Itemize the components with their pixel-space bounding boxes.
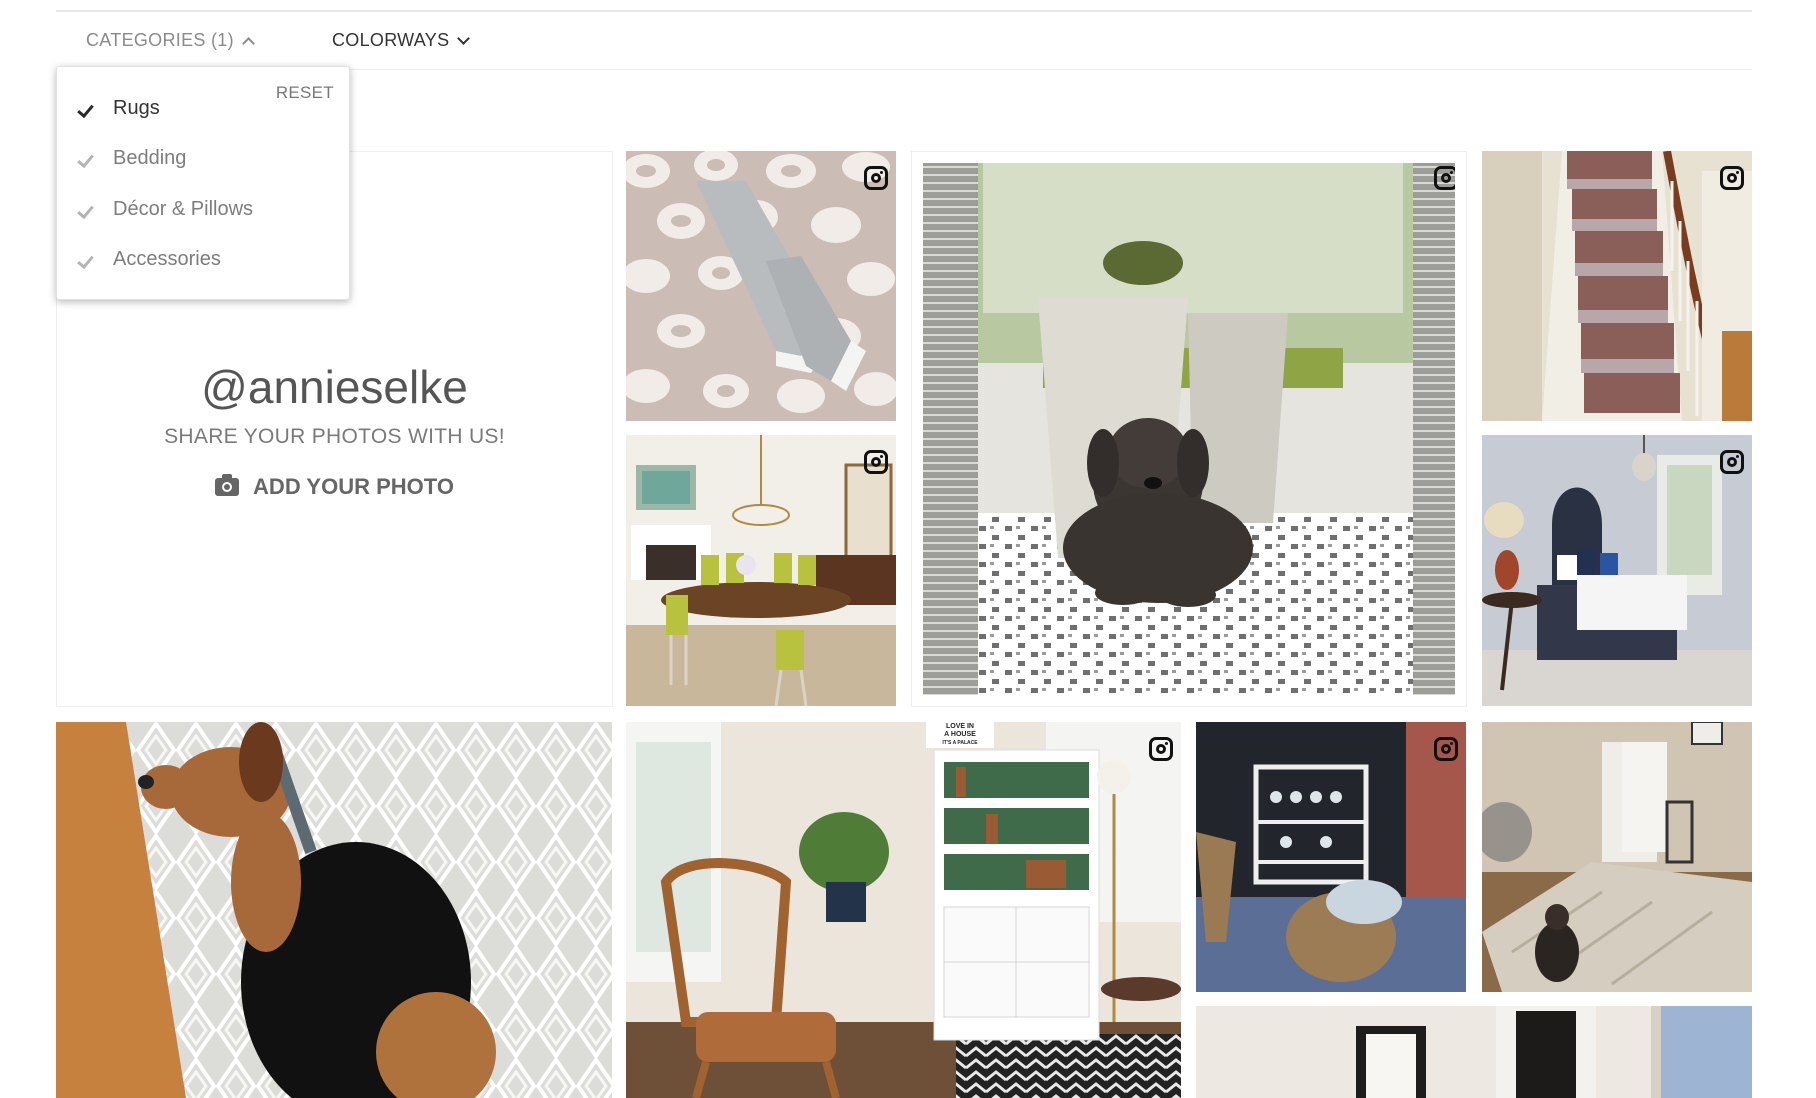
colorways-filter-button[interactable]: COLORWAYS bbox=[332, 30, 471, 51]
category-option-decor-pillows[interactable]: Décor & Pillows bbox=[77, 198, 253, 221]
instagram-icon bbox=[1434, 166, 1455, 190]
photo-tile-bedroom[interactable] bbox=[1482, 435, 1752, 706]
categories-filter-button[interactable]: CATEGORIES (1) bbox=[86, 30, 255, 51]
share-photos-text: SHARE YOUR PHOTOS WITH US! bbox=[164, 425, 505, 448]
photo-tile-dining-room[interactable] bbox=[626, 435, 896, 706]
category-option-label: Décor & Pillows bbox=[113, 198, 254, 220]
book-sign-line: IT'S A PALACE bbox=[942, 740, 978, 746]
categories-dropdown: RESET Rugs Bedding Décor & Pillows Acces… bbox=[56, 66, 350, 300]
category-option-label: Rugs bbox=[113, 97, 160, 119]
photo-tile-leopard-rug[interactable] bbox=[626, 151, 896, 421]
instagram-icon bbox=[1434, 737, 1458, 761]
add-photo-button[interactable]: ADD YOUR PHOTO bbox=[57, 474, 612, 500]
categories-filter-label: CATEGORIES (1) bbox=[86, 30, 234, 50]
category-option-label: Accessories bbox=[113, 248, 221, 270]
camera-icon bbox=[215, 474, 240, 496]
photo-tile-beagle[interactable] bbox=[56, 722, 612, 1098]
photo-tile-dog-on-rug[interactable] bbox=[923, 163, 1455, 695]
reset-button[interactable]: RESET bbox=[276, 83, 334, 103]
photo-tile-stair-runner[interactable] bbox=[1482, 151, 1752, 421]
instagram-handle: @annieselke bbox=[201, 361, 468, 413]
checkmark-icon bbox=[77, 253, 91, 267]
colorways-filter-label: COLORWAYS bbox=[332, 30, 450, 50]
filter-bar: CATEGORIES (1) COLORWAYS bbox=[56, 12, 1752, 70]
category-option-rugs[interactable]: Rugs bbox=[77, 97, 160, 120]
category-option-label: Bedding bbox=[113, 147, 187, 169]
hallway-photo bbox=[1196, 1006, 1752, 1098]
dog-on-rug-photo bbox=[923, 163, 1455, 695]
checkmark-icon bbox=[77, 152, 91, 166]
dog-area-rug-photo bbox=[1482, 722, 1752, 992]
checkmark-icon bbox=[77, 203, 91, 217]
photo-tile-living-room[interactable]: LOVE IN A HOUSE IT'S A PALACE bbox=[626, 722, 1181, 1098]
book-sign-line: LOVE IN bbox=[945, 723, 974, 730]
instagram-icon bbox=[1149, 737, 1173, 761]
bedroom-photo bbox=[1482, 435, 1752, 706]
photo-tile-hallway[interactable] bbox=[1196, 1006, 1752, 1098]
leopard-rug-photo bbox=[626, 151, 896, 421]
checkmark-icon bbox=[77, 102, 91, 116]
instagram-icon bbox=[1720, 450, 1744, 474]
chevron-up-icon bbox=[242, 37, 255, 50]
bar-cart-photo bbox=[1196, 722, 1466, 992]
chevron-down-icon bbox=[457, 31, 471, 45]
add-photo-label: ADD YOUR PHOTO bbox=[253, 474, 454, 499]
category-option-bedding[interactable]: Bedding bbox=[77, 147, 186, 170]
instagram-icon bbox=[864, 166, 888, 190]
living-room-photo bbox=[626, 722, 1181, 1098]
photo-tile-dog-area-rug[interactable] bbox=[1482, 722, 1752, 992]
photo-tile-bar-cart[interactable] bbox=[1196, 722, 1466, 992]
instagram-icon bbox=[864, 450, 888, 474]
book-sign-text: LOVE IN A HOUSE IT'S A PALACE bbox=[928, 723, 992, 747]
category-option-accessories[interactable]: Accessories bbox=[77, 248, 221, 271]
dining-room-photo bbox=[626, 435, 896, 706]
book-sign-line: A HOUSE bbox=[944, 731, 976, 738]
stair-runner-photo bbox=[1482, 151, 1752, 421]
instagram-icon bbox=[1720, 166, 1744, 190]
beagle-photo bbox=[56, 722, 612, 1098]
